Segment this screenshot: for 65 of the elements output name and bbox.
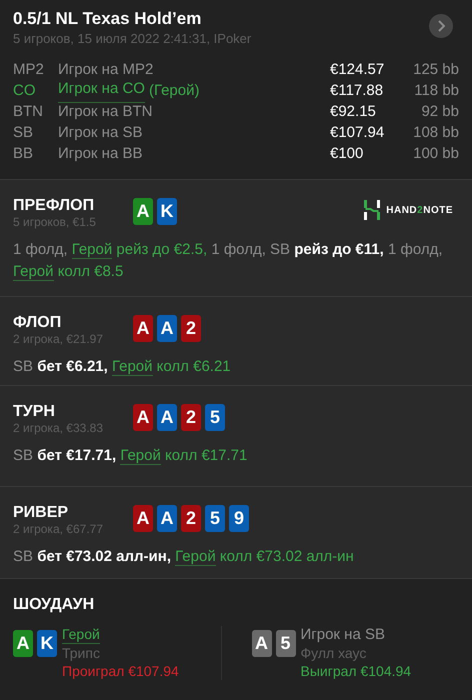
- stack-amount: €92.15: [330, 102, 377, 122]
- player-link[interactable]: Герой: [72, 241, 112, 259]
- action-line: SB бет €73.02 алл-ин, Герой колл €73.02 алл-ин: [13, 547, 355, 568]
- result-text: Выиграл €104.94: [300, 662, 412, 680]
- playing-card: A: [157, 505, 177, 532]
- result-text: Проиграл €107.94: [62, 662, 179, 680]
- playing-card: 2: [181, 505, 201, 532]
- street-title: ПРЕФЛОП: [13, 196, 96, 215]
- position-label: CO: [13, 81, 36, 102]
- playing-card: 5: [276, 630, 296, 657]
- playing-card: A: [157, 315, 177, 342]
- showdown-title: ШОУДАУН: [13, 595, 96, 614]
- playing-card: K: [157, 198, 177, 225]
- stack-bb: 100 bb: [412, 144, 459, 164]
- stack-amount: €107.94: [330, 123, 386, 144]
- playing-card: A: [133, 315, 153, 342]
- playing-card: K: [37, 630, 57, 657]
- hand-title: 0.5/1 NL Texas Hold’em: [13, 8, 202, 30]
- playing-card: 2: [181, 404, 201, 431]
- player-link[interactable]: Герой: [112, 358, 153, 376]
- player-name: Игрок на SB: [58, 123, 142, 144]
- player-link[interactable]: Герой: [13, 263, 54, 281]
- playing-card: A: [252, 630, 272, 657]
- playing-card: 9: [229, 505, 249, 532]
- logo-icon: [364, 200, 380, 220]
- stack-bb: 118 bb: [413, 81, 459, 102]
- player-name: Игрок на BTN: [58, 102, 152, 122]
- player-link[interactable]: Герой: [62, 626, 100, 644]
- stack-bb: 92 bb: [420, 102, 459, 122]
- playing-card: A: [157, 404, 177, 431]
- hero-tag: (Герой): [148, 80, 200, 103]
- player-link[interactable]: Игрок на CO: [58, 80, 145, 103]
- stack-amount: €117.88: [330, 81, 384, 102]
- chevron-right-icon: [437, 20, 445, 32]
- playing-card: A: [133, 505, 153, 532]
- playing-card: A: [13, 630, 33, 657]
- position-label: BTN: [13, 102, 44, 122]
- stack-amount: €100: [330, 144, 364, 164]
- playing-card: A: [133, 198, 153, 225]
- playing-card: 5: [205, 404, 225, 431]
- stack-amount: €124.57: [330, 60, 386, 80]
- playing-card: 5: [205, 505, 225, 532]
- hand-subtitle: 5 игроков, 15 июля 2022 2:41:31, IPoker: [13, 30, 252, 48]
- logo-text: HAND2NOTE: [386, 204, 453, 218]
- next-button[interactable]: [429, 14, 453, 38]
- hand-rank: Фулл хаус: [300, 644, 368, 662]
- street-title: ТУРН: [13, 402, 56, 421]
- playing-card: 2: [181, 315, 201, 342]
- hand-rank: Трипс: [62, 644, 101, 662]
- position-label: MP2: [13, 60, 45, 80]
- playing-card: A: [133, 404, 153, 431]
- street-title: РИВЕР: [13, 503, 70, 522]
- player-link[interactable]: Герой: [120, 447, 161, 465]
- action-line: 1 фолд, Герой рейз до €2.5, 1 фолд, SB рейз до €11, 1 фолд, Герой колл €8.5: [13, 240, 444, 283]
- action-line: SB бет €6.21, Герой колл €6.21: [13, 357, 232, 378]
- position-label: BB: [13, 144, 34, 164]
- player-name: Игрок на BB: [58, 144, 142, 164]
- action-line: SB бет €17.71, Герой колл €17.71: [13, 446, 248, 467]
- player-link[interactable]: Герой: [175, 548, 216, 566]
- stack-bb: 108 bb: [412, 123, 459, 144]
- player-name: Игрок на SB: [300, 626, 386, 644]
- player-name: Игрок на MP2: [58, 60, 154, 80]
- position-label: SB: [13, 123, 34, 144]
- stack-bb: 125 bb: [412, 60, 459, 80]
- street-title: ФЛОП: [13, 313, 62, 332]
